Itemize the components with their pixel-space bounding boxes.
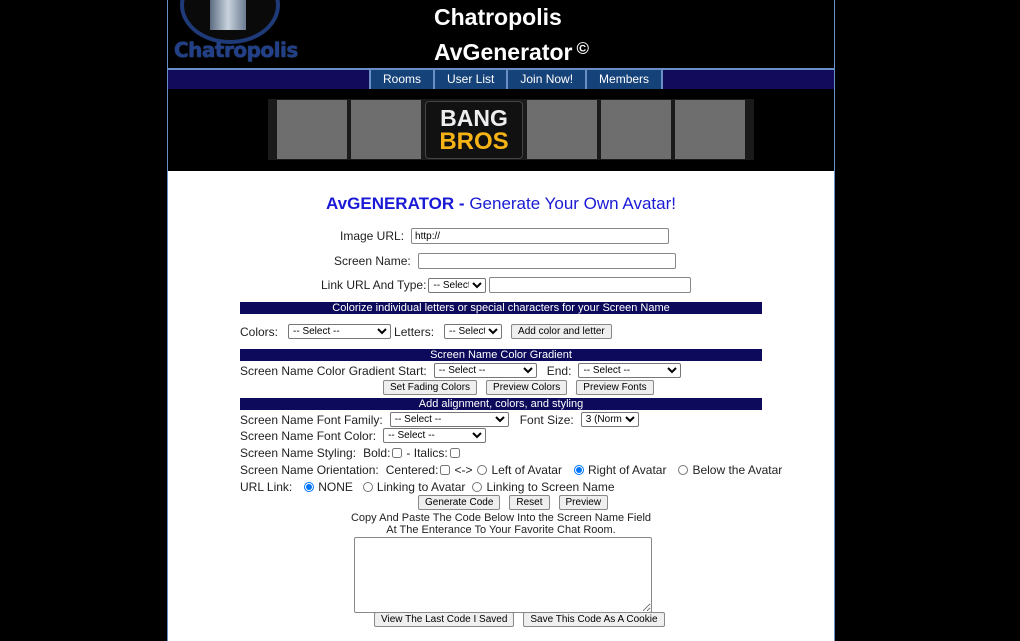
copyright-icon: ©: [576, 39, 590, 58]
bold-label: Bold:: [363, 446, 391, 460]
font-size-label: Font Size:: [519, 412, 574, 427]
orientation-right-radio[interactable]: [573, 465, 584, 475]
letters-label: Letters:: [394, 324, 435, 339]
link-url-input[interactable]: [489, 277, 692, 293]
title-line2: AvGenerator: [434, 39, 573, 65]
colors-label: Colors:: [240, 324, 279, 339]
title-line1: Chatropolis: [434, 4, 562, 30]
section-styling-header: Add alignment, colors, and styling: [240, 398, 762, 410]
nav-members[interactable]: Members: [585, 70, 664, 89]
page-container: Chatropolis Chatropolis AvGenerator © Roo…: [167, 0, 835, 641]
advertisement-banner[interactable]: BANG BROS: [268, 99, 754, 160]
logo-tower-icon: [210, 0, 246, 30]
italics-checkbox[interactable]: [449, 448, 460, 458]
ad-image-placeholder: [675, 100, 745, 159]
arrow-text: <->: [454, 463, 473, 477]
gradient-end-label: End:: [546, 363, 572, 378]
page-title: Chatropolis AvGenerator ©: [434, 2, 589, 68]
add-color-letter-button[interactable]: Add color and letter: [511, 324, 612, 339]
preview-fonts-button[interactable]: Preview Fonts: [576, 380, 654, 395]
screen-name-label: Screen Name:: [334, 254, 411, 268]
generate-code-button[interactable]: Generate Code: [418, 495, 501, 510]
avgenerator-form: AvGENERATOR - Generate Your Own Avatar! …: [168, 171, 834, 641]
orientation-left-radio[interactable]: [477, 465, 488, 475]
orientation-left-label: Left of Avatar: [491, 463, 562, 477]
font-family-label: Screen Name Font Family:: [240, 412, 383, 427]
banner-area: BANG BROS: [168, 89, 834, 171]
link-type-select[interactable]: -- Select --: [428, 277, 487, 293]
reset-button[interactable]: Reset: [509, 495, 550, 510]
code-output-textarea[interactable]: [354, 537, 652, 613]
view-last-code-button[interactable]: View The Last Code I Saved: [374, 612, 515, 627]
url-link-none-label: NONE: [318, 480, 353, 494]
url-link-avatar-radio[interactable]: [362, 482, 373, 492]
link-url-label: Link URL And Type:: [321, 278, 427, 292]
font-size-select[interactable]: 3 (Normal): [580, 412, 639, 427]
nav-rooms[interactable]: Rooms: [369, 70, 434, 89]
font-color-label: Screen Name Font Color:: [240, 428, 377, 443]
colors-select[interactable]: -- Select --: [288, 324, 392, 339]
screen-name-input[interactable]: [417, 253, 676, 269]
ad-image-placeholder: [277, 100, 347, 159]
nav-user-list[interactable]: User List: [433, 70, 507, 89]
styling-label: Screen Name Styling:: [240, 446, 357, 460]
preview-colors-button[interactable]: Preview Colors: [486, 380, 568, 395]
letters-select[interactable]: -- Select --: [444, 324, 503, 339]
instructions-line1: Copy And Paste The Code Below Into the S…: [350, 512, 652, 524]
centered-label: Centered:: [385, 463, 439, 477]
ad-logo-line2: BROS: [439, 127, 509, 155]
orientation-below-label: Below the Avatar: [692, 463, 783, 477]
bold-checkbox[interactable]: [392, 448, 403, 458]
url-link-none-radio[interactable]: [304, 482, 315, 492]
italics-label: - Italics:: [406, 446, 448, 460]
url-link-avatar-label: Linking to Avatar: [376, 480, 466, 494]
instructions: Copy And Paste The Code Below Into the S…: [168, 512, 834, 536]
section-gradient-header: Screen Name Color Gradient: [240, 349, 762, 361]
orientation-label: Screen Name Orientation:: [240, 463, 379, 477]
url-link-screenname-label: Linking to Screen Name: [486, 480, 615, 494]
set-fading-colors-button[interactable]: Set Fading Colors: [383, 380, 478, 395]
save-cookie-button[interactable]: Save This Code As A Cookie: [523, 612, 665, 627]
heading-bold: AvGENERATOR -: [326, 194, 465, 213]
url-link-screenname-radio[interactable]: [472, 482, 483, 492]
ad-image-placeholder: [601, 100, 671, 159]
section-colorize-header: Colorize individual letters or special c…: [240, 302, 762, 314]
nav-bar: Rooms User List Join Now! Members: [168, 68, 834, 89]
ad-logo-line1: BANG: [440, 104, 508, 131]
ad-logo: BANG BROS: [425, 100, 523, 159]
ad-image-placeholder: [351, 100, 421, 159]
nav-join-now[interactable]: Join Now!: [506, 70, 586, 89]
chatropolis-logo[interactable]: Chatropolis: [174, 0, 298, 66]
ad-image-placeholder: [527, 100, 597, 159]
centered-checkbox[interactable]: [440, 465, 451, 475]
logo-text: Chatropolis: [174, 38, 298, 62]
url-link-label: URL Link:: [240, 480, 293, 494]
preview-button[interactable]: Preview: [558, 495, 609, 510]
form-heading: AvGENERATOR - Generate Your Own Avatar!: [168, 194, 834, 214]
orientation-right-label: Right of Avatar: [587, 463, 667, 477]
site-header: Chatropolis Chatropolis AvGenerator ©: [168, 0, 834, 68]
font-family-select[interactable]: -- Select --: [389, 412, 509, 427]
gradient-end-select[interactable]: -- Select --: [578, 363, 682, 378]
gradient-start-select[interactable]: -- Select --: [433, 363, 537, 378]
gradient-start-label: Screen Name Color Gradient Start:: [240, 363, 427, 378]
image-url-input[interactable]: [411, 228, 670, 244]
heading-rest: Generate Your Own Avatar!: [469, 194, 676, 213]
orientation-below-radio[interactable]: [678, 465, 689, 475]
image-url-label: Image URL:: [340, 229, 405, 243]
instructions-line2: At The Enterance To Your Favorite Chat R…: [386, 524, 616, 536]
font-color-select[interactable]: -- Select --: [383, 428, 487, 443]
